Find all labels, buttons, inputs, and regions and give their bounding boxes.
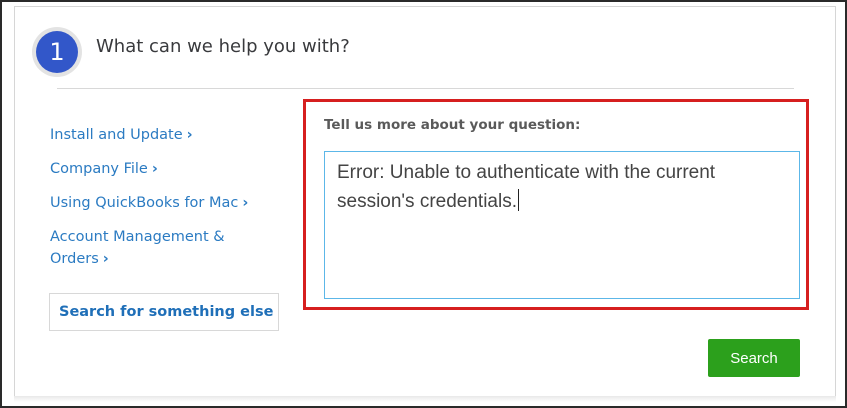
topic-nav: Install and Update › Company File › Using …: [50, 124, 280, 270]
nav-item-label: Company File: [50, 161, 148, 177]
panel-shadow: [14, 396, 836, 402]
search-something-else-button[interactable]: Search for something else: [49, 293, 279, 331]
title-divider: [57, 88, 794, 89]
nav-item-label: Account Management & Orders: [50, 229, 225, 267]
page-title: What can we help you with?: [96, 36, 350, 57]
chevron-right-icon: ›: [102, 251, 109, 267]
step-number-badge: 1: [32, 27, 82, 77]
nav-item-label: Install and Update: [50, 127, 183, 143]
nav-item-install-update[interactable]: Install and Update ›: [50, 124, 280, 146]
nav-item-using-quickbooks-mac[interactable]: Using QuickBooks for Mac ›: [50, 192, 280, 214]
chevron-right-icon: ›: [242, 195, 249, 211]
chevron-right-icon: ›: [151, 161, 158, 177]
nav-item-account-management[interactable]: Account Management & Orders ›: [50, 226, 240, 270]
chevron-right-icon: ›: [186, 127, 193, 143]
question-text: Error: Unable to authenticate with the c…: [337, 162, 716, 212]
search-button[interactable]: Search: [708, 339, 800, 377]
text-caret: [518, 189, 519, 211]
question-label: Tell us more about your question:: [324, 117, 581, 133]
nav-item-label: Using QuickBooks for Mac: [50, 195, 239, 211]
nav-item-company-file[interactable]: Company File ›: [50, 158, 280, 180]
step-number: 1: [36, 31, 78, 73]
question-textarea[interactable]: Error: Unable to authenticate with the c…: [324, 151, 800, 299]
